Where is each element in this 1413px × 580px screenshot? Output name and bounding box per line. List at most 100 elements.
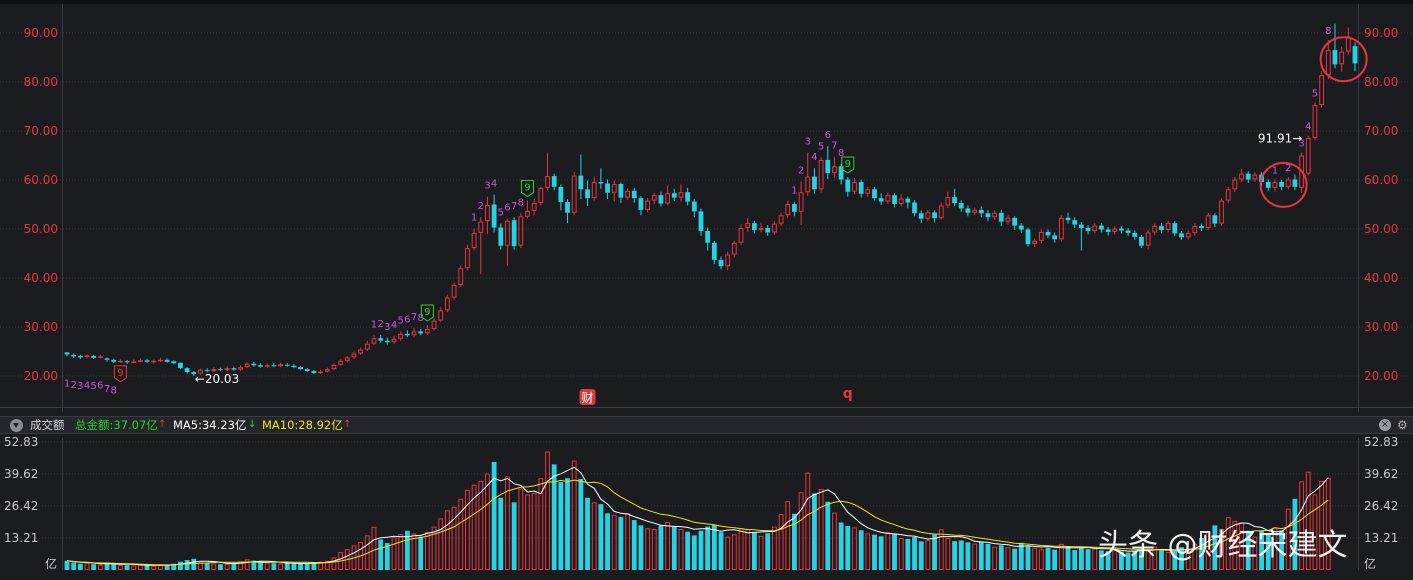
candle-body bbox=[892, 195, 897, 205]
volume-bar bbox=[371, 526, 377, 570]
candle-body bbox=[491, 204, 497, 228]
volume-bar bbox=[671, 526, 677, 570]
volume-bar bbox=[825, 501, 831, 570]
candle-body bbox=[258, 365, 263, 367]
volume-bar bbox=[585, 497, 590, 570]
buy-seq-count: 1 bbox=[371, 319, 377, 330]
candle-body bbox=[418, 331, 424, 334]
price-tick-right: 60.00 bbox=[1364, 173, 1398, 187]
candle-body bbox=[511, 220, 517, 247]
volume-bar bbox=[958, 540, 964, 570]
chevron-down-icon[interactable] bbox=[10, 419, 23, 432]
buy-seq-count: 3 bbox=[484, 181, 490, 192]
volume-bar bbox=[785, 501, 791, 570]
volume-bar bbox=[925, 539, 931, 571]
candle-body bbox=[751, 223, 757, 230]
candle-body bbox=[1179, 233, 1184, 238]
buy-seq-count: 1 bbox=[1272, 166, 1278, 177]
sell-nine-badge-text: 9 bbox=[117, 368, 123, 379]
volume-bar bbox=[278, 563, 283, 570]
candle-body bbox=[718, 259, 724, 267]
buy-seq-count: 8 bbox=[1325, 26, 1331, 37]
volume-bar bbox=[224, 563, 230, 570]
volume-bar bbox=[778, 514, 784, 570]
buy-nine-badge-text: 9 bbox=[524, 183, 530, 194]
volume-bar bbox=[218, 564, 223, 570]
buy-seq-count: 1 bbox=[471, 213, 477, 224]
volume-bar bbox=[331, 557, 337, 571]
candle-body bbox=[985, 213, 991, 218]
volume-bar bbox=[745, 529, 751, 570]
volume-bar bbox=[885, 532, 891, 571]
volume-bar bbox=[538, 478, 544, 571]
volume-bar bbox=[798, 492, 804, 571]
volume-bar bbox=[298, 563, 303, 570]
candle-body bbox=[1025, 229, 1031, 245]
volume-bar bbox=[398, 534, 404, 571]
volume-bar bbox=[158, 564, 163, 571]
candle-body bbox=[845, 179, 851, 192]
candle-body bbox=[978, 209, 984, 214]
candle-body bbox=[691, 201, 697, 212]
buy-nine-badge-text: 9 bbox=[424, 307, 430, 318]
price-tick-right: 30.00 bbox=[1364, 320, 1398, 334]
volume-bar bbox=[131, 565, 137, 570]
candle-body bbox=[598, 181, 604, 184]
buy-nine-badge-text: 9 bbox=[845, 159, 851, 170]
candle-body bbox=[231, 368, 237, 370]
volume-bar bbox=[264, 562, 270, 571]
volume-bar bbox=[805, 472, 811, 571]
candle-body bbox=[958, 203, 964, 209]
gear-icon[interactable]: ⚙ bbox=[1397, 419, 1409, 431]
volume-ma5: MA5:34.23亿 bbox=[173, 418, 247, 432]
candle-body bbox=[792, 204, 797, 212]
buy-seq-count: 6 bbox=[504, 203, 510, 214]
price-tick-left: 70.00 bbox=[24, 124, 58, 138]
candle-body bbox=[171, 361, 177, 364]
volume-bar bbox=[117, 564, 123, 571]
candle-body bbox=[912, 202, 917, 214]
candle-body bbox=[905, 198, 911, 203]
candle-body bbox=[151, 360, 157, 363]
volume-bar bbox=[918, 541, 924, 570]
buy-seq-count: 4 bbox=[491, 179, 497, 190]
volume-bar bbox=[191, 558, 197, 570]
candle-body bbox=[178, 362, 183, 369]
volume-bar bbox=[591, 502, 597, 570]
volume-bar bbox=[211, 563, 217, 570]
candle-body bbox=[1065, 217, 1071, 221]
volume-bar bbox=[1032, 547, 1038, 570]
candle-body bbox=[705, 230, 711, 243]
buy-seq-count: 6 bbox=[825, 130, 831, 141]
volume-bar bbox=[558, 482, 564, 570]
volume-bar bbox=[645, 528, 651, 571]
volume-bar bbox=[932, 534, 937, 570]
volume-bar bbox=[565, 478, 570, 570]
price-tick-left: 50.00 bbox=[24, 222, 58, 236]
price-tick-right: 20.00 bbox=[1364, 369, 1398, 383]
volume-bar bbox=[1045, 547, 1051, 570]
candle-body bbox=[404, 333, 410, 336]
candle-body bbox=[97, 356, 103, 358]
buy-seq-count: 8 bbox=[518, 197, 524, 208]
volume-bar bbox=[865, 533, 871, 571]
volume-bar bbox=[678, 529, 684, 571]
candle-body bbox=[498, 227, 504, 246]
price-tick-right: 80.00 bbox=[1364, 75, 1398, 89]
buy-seq-count: 5 bbox=[818, 141, 824, 152]
buy-seq-count: 7 bbox=[411, 312, 417, 323]
high-price-label: 91.91→ bbox=[1258, 131, 1302, 145]
candle-body bbox=[965, 208, 971, 213]
candle-body bbox=[311, 371, 317, 374]
volume-bar bbox=[845, 525, 851, 570]
close-icon[interactable]: × bbox=[1379, 419, 1391, 431]
candle-body bbox=[1119, 228, 1124, 231]
volume-bar bbox=[985, 543, 991, 570]
volume-bar bbox=[498, 497, 504, 570]
volume-bar bbox=[184, 560, 190, 570]
candle-body bbox=[384, 340, 390, 343]
volume-bar bbox=[1085, 549, 1091, 570]
volume-bar bbox=[978, 541, 984, 570]
volume-bar bbox=[898, 538, 904, 571]
candle-body bbox=[131, 361, 137, 363]
